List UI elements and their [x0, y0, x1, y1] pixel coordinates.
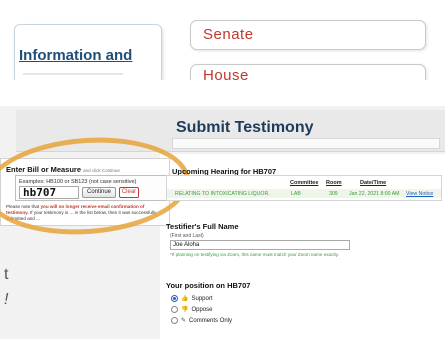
senate-button[interactable]: Senate: [190, 20, 426, 50]
senate-button-label: Senate: [203, 26, 254, 43]
view-notice-link[interactable]: View Notice: [406, 191, 433, 197]
side-mark: t: [4, 266, 9, 283]
comments-label: Comments Only: [189, 317, 233, 324]
note-prefix: Please note that: [6, 204, 41, 209]
datetime-cell: Jan 22, 2021 8:00 AM: [349, 191, 400, 197]
note-suffix: If your testimony is ... in the list bel…: [6, 210, 157, 221]
comments-radio[interactable]: [171, 317, 178, 324]
column-datetime[interactable]: Date/Time: [360, 180, 386, 186]
measure-title: RELATING TO INTOXICATING LIQUOR.: [175, 191, 270, 197]
bill-number-input[interactable]: hb707: [19, 186, 79, 199]
bill-entry-heading-hint: and click Continue: [83, 168, 120, 173]
continue-button[interactable]: Continue: [82, 187, 116, 198]
edit-icon: ✎: [181, 318, 187, 324]
house-button[interactable]: House: [190, 64, 426, 80]
clear-button[interactable]: Clear: [119, 187, 139, 198]
bill-entry-heading: Enter Bill or Measure and click Continue: [6, 165, 120, 174]
email-confirmation-note: Please note that you will no longer rece…: [6, 204, 166, 222]
title-bar-field: [172, 138, 440, 149]
position-oppose-option[interactable]: 👎 Oppose: [171, 305, 213, 314]
position-support-option[interactable]: 👍 Support: [171, 294, 213, 303]
support-radio[interactable]: [171, 295, 178, 302]
room-cell: 309: [329, 191, 338, 197]
position-comments-option[interactable]: ✎ Comments Only: [171, 316, 232, 325]
committee-cell: LAB: [291, 191, 301, 197]
testifier-name-sublabel: (First and Last): [170, 233, 204, 239]
side-mark: !: [4, 291, 9, 308]
bill-examples: Examples: HB100 or SB123 (not case sensi…: [19, 179, 137, 185]
page-title: Submit Testimony: [176, 119, 314, 136]
information-card-label: Information and: [19, 47, 133, 64]
column-committee[interactable]: Committee: [290, 180, 318, 186]
support-label: Support: [191, 295, 213, 302]
card-divider: [23, 73, 123, 75]
screenshot-gap: [0, 80, 445, 102]
information-card[interactable]: Information and: [14, 24, 162, 84]
house-button-label: House: [203, 67, 249, 80]
oppose-label: Oppose: [191, 306, 213, 313]
thumbs-up-icon: 👍: [181, 296, 189, 302]
bill-entry-heading-text: Enter Bill or Measure: [6, 165, 82, 174]
column-room[interactable]: Room: [326, 180, 342, 186]
thumbs-down-icon: 👎: [181, 307, 189, 313]
zoom-name-hint: *If planning on testifying via Zoom, thi…: [170, 252, 339, 257]
testifier-name-label: Testifier's Full Name: [166, 222, 239, 231]
oppose-radio[interactable]: [171, 306, 178, 313]
position-label: Your position on HB707: [166, 281, 251, 290]
testifier-name-input[interactable]: Joe Aloha: [170, 240, 350, 250]
